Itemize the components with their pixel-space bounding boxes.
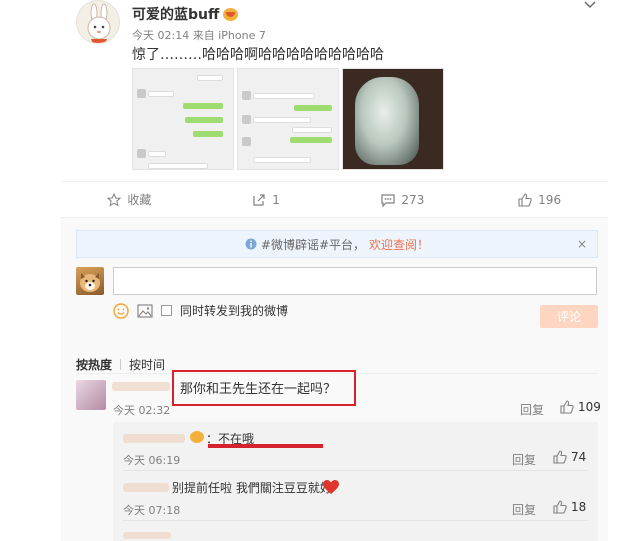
source-prefix: 来自 bbox=[192, 29, 215, 42]
submit-comment-button[interactable]: 评论 bbox=[540, 305, 598, 328]
repost-checkbox[interactable] bbox=[161, 305, 172, 316]
comment-like-button[interactable]: 109 bbox=[560, 400, 601, 414]
reply-author-redacted[interactable] bbox=[123, 434, 185, 443]
repost-option-label[interactable]: 同时转发到我的微博 bbox=[180, 302, 288, 319]
close-icon[interactable]: × bbox=[577, 237, 587, 251]
composer-toolbar: 同时转发到我的微博 bbox=[113, 302, 288, 319]
reply-time: 今天 07:18 bbox=[123, 504, 181, 517]
post-images bbox=[132, 68, 444, 170]
reply-time: 今天 06:19 bbox=[123, 454, 181, 467]
divider bbox=[123, 520, 588, 521]
current-user-avatar[interactable] bbox=[76, 267, 104, 295]
post-time[interactable]: 今天 02:14 bbox=[132, 29, 189, 42]
comment-button[interactable]: 273 bbox=[335, 182, 472, 217]
thumbs-up-icon bbox=[553, 500, 567, 514]
post-source[interactable]: iPhone 7 bbox=[218, 29, 266, 42]
author-name-text[interactable]: 可爱的蓝buff bbox=[132, 4, 219, 24]
post-meta: 今天 02:14 来自 iPhone 7 bbox=[132, 27, 266, 43]
tab-sort-hot[interactable]: 按热度 bbox=[76, 356, 112, 373]
star-icon bbox=[107, 192, 122, 207]
author-name[interactable]: 可爱的蓝buff bbox=[132, 4, 239, 24]
emoji-icon bbox=[223, 7, 239, 21]
post-text: 惊了………哈哈哈啊哈哈哈哈哈哈哈哈哈 bbox=[132, 47, 384, 63]
repost-count: 1 bbox=[272, 192, 280, 207]
favorite-button[interactable]: 收藏 bbox=[61, 182, 198, 217]
reply-text: 别提前任啦 我們關注豆豆就好 bbox=[172, 481, 332, 495]
reply-like-button[interactable]: 74 bbox=[553, 450, 586, 464]
highlight-underline bbox=[208, 444, 323, 448]
comment-sort-tabs: 按热度 按时间 bbox=[76, 356, 165, 373]
reply-like-count: 18 bbox=[571, 500, 587, 514]
author-avatar[interactable] bbox=[76, 0, 120, 44]
tab-sort-time[interactable]: 按时间 bbox=[129, 356, 165, 373]
thumbs-up-icon bbox=[553, 450, 567, 464]
reply-author-redacted[interactable] bbox=[123, 532, 171, 539]
comment-time: 今天 02:32 bbox=[113, 404, 171, 417]
image-upload-icon[interactable] bbox=[137, 303, 153, 318]
post-image-chat-2[interactable] bbox=[237, 68, 339, 170]
chevron-down-icon[interactable] bbox=[584, 0, 596, 10]
notice-text: #微博辟谣#平台， bbox=[260, 237, 366, 252]
post-action-bar: 收藏 1 273 196 bbox=[61, 181, 608, 217]
notice-link[interactable]: 欢迎查阅！ bbox=[369, 236, 429, 253]
reply-author-redacted[interactable] bbox=[123, 483, 169, 492]
commenter-avatar[interactable] bbox=[76, 380, 106, 410]
emoji-icon bbox=[190, 431, 204, 443]
like-button[interactable]: 196 bbox=[471, 182, 608, 217]
dog-avatar-icon bbox=[80, 273, 100, 292]
comment-reply-button[interactable]: 回复 bbox=[520, 401, 544, 418]
commenter-name-redacted[interactable] bbox=[112, 382, 170, 391]
reply-like-count: 74 bbox=[571, 450, 587, 464]
rabbit-avatar-icon bbox=[87, 3, 111, 43]
comment-icon bbox=[381, 193, 396, 207]
rumor-notice-bar: #微博辟谣#平台， 欢迎查阅！ × bbox=[76, 230, 598, 258]
post-image-cup[interactable] bbox=[342, 68, 444, 170]
like-count: 196 bbox=[538, 192, 562, 207]
emoji-picker-icon[interactable] bbox=[113, 302, 129, 319]
highlight-annotation-box bbox=[172, 370, 356, 406]
comment-count: 273 bbox=[401, 192, 425, 207]
reply-reply-button[interactable]: 回复 bbox=[512, 501, 536, 518]
tab-divider bbox=[120, 359, 122, 370]
comment-like-count: 109 bbox=[578, 400, 601, 414]
comment-input[interactable] bbox=[113, 267, 597, 295]
divider bbox=[123, 470, 588, 471]
heart-icon bbox=[323, 480, 339, 494]
favorite-label: 收藏 bbox=[127, 193, 152, 207]
reply-reply-button[interactable]: 回复 bbox=[512, 451, 536, 468]
thumbs-up-icon bbox=[518, 192, 532, 207]
thumbs-up-icon bbox=[560, 400, 574, 414]
repost-button[interactable]: 1 bbox=[198, 182, 335, 217]
info-icon bbox=[245, 238, 257, 250]
reply-like-button[interactable]: 18 bbox=[553, 500, 586, 514]
post-image-chat-1[interactable] bbox=[132, 68, 234, 170]
repost-icon bbox=[253, 193, 265, 206]
